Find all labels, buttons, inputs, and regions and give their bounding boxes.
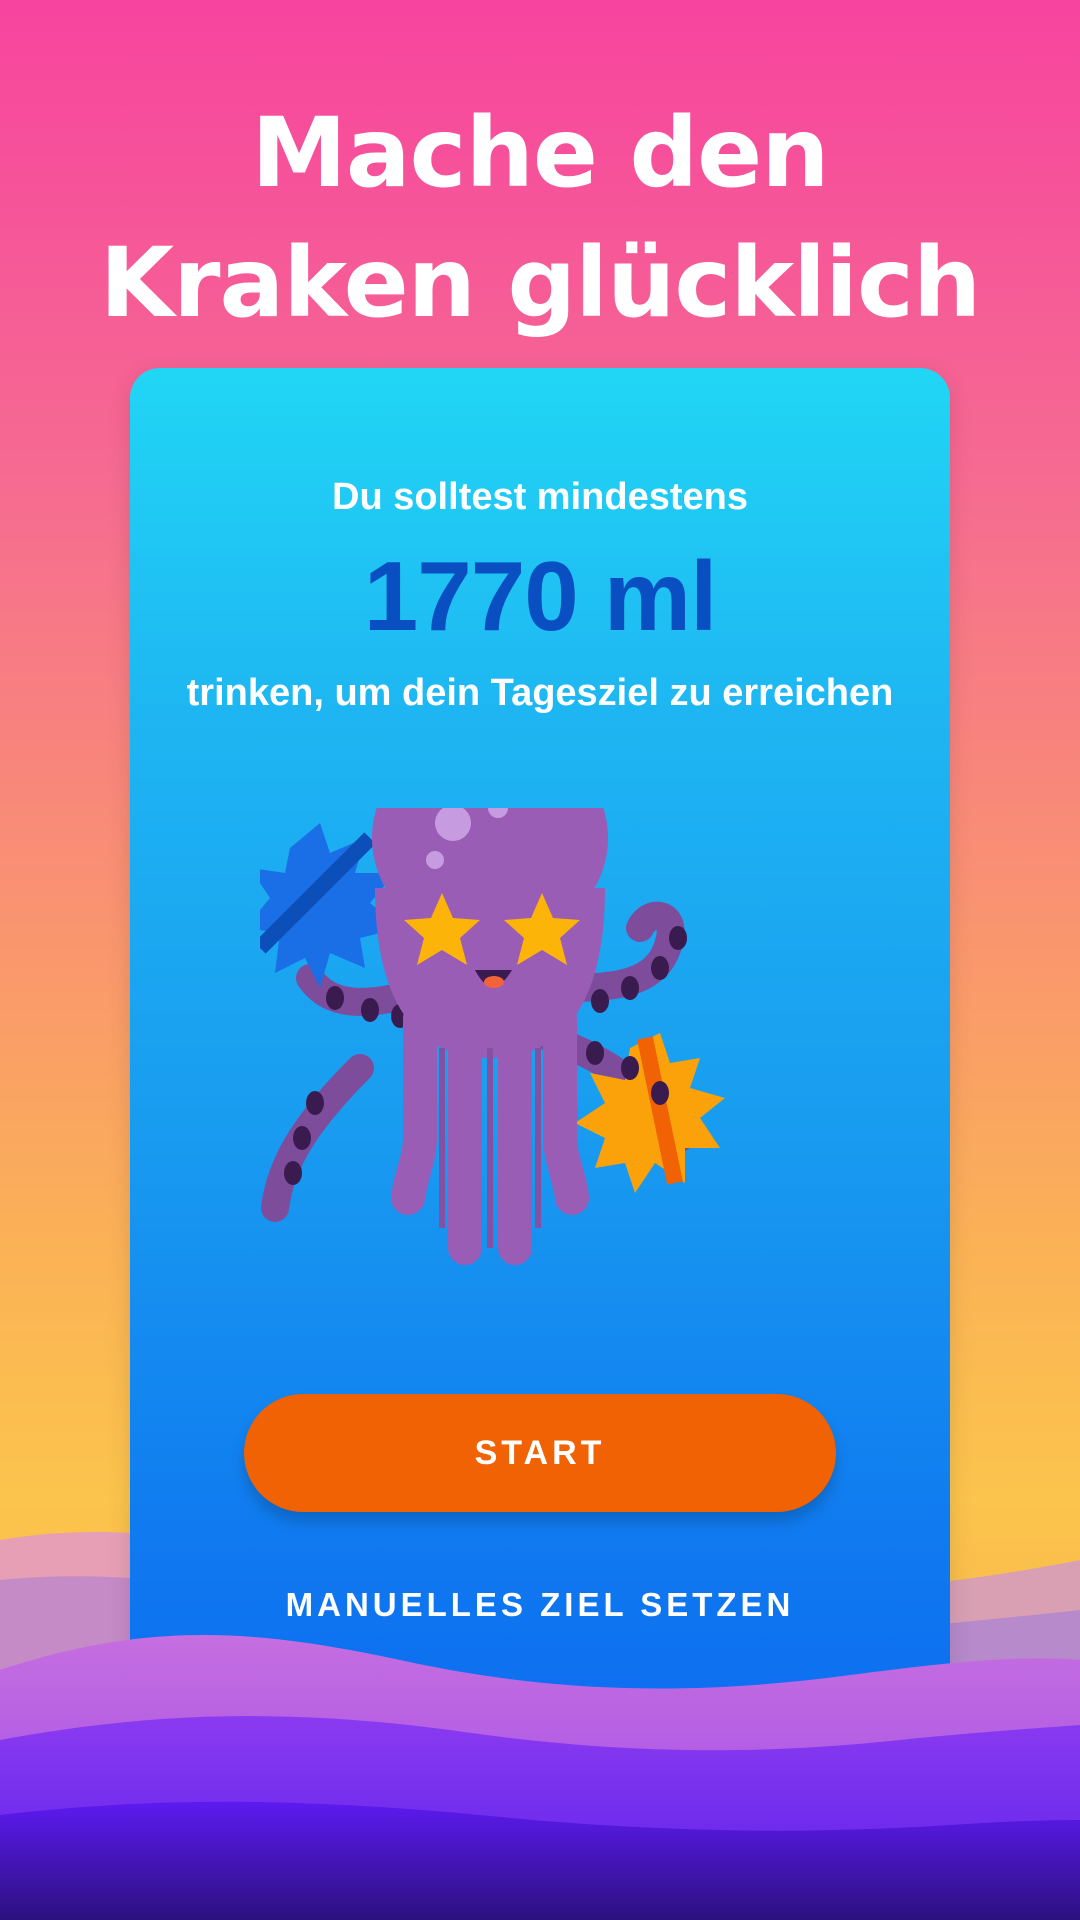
headline-line-2: Kraken glücklich xyxy=(99,227,981,339)
start-button[interactable]: START xyxy=(244,1394,836,1512)
goal-amount: 1770 ml xyxy=(363,541,718,651)
goal-card: Du solltest mindestens 1770 ml trinken, … xyxy=(130,368,950,1788)
octopus-mascot-icon xyxy=(260,808,725,1265)
goal-outro-text: trinken, um dein Tagesziel zu erreichen xyxy=(186,672,894,714)
foreground-waves xyxy=(0,1635,1080,1920)
goal-intro-text: Du solltest mindestens xyxy=(332,476,748,518)
headline-line-1: Mache den xyxy=(251,97,829,209)
page-headline: Mache den Kraken glücklich xyxy=(0,88,1080,348)
